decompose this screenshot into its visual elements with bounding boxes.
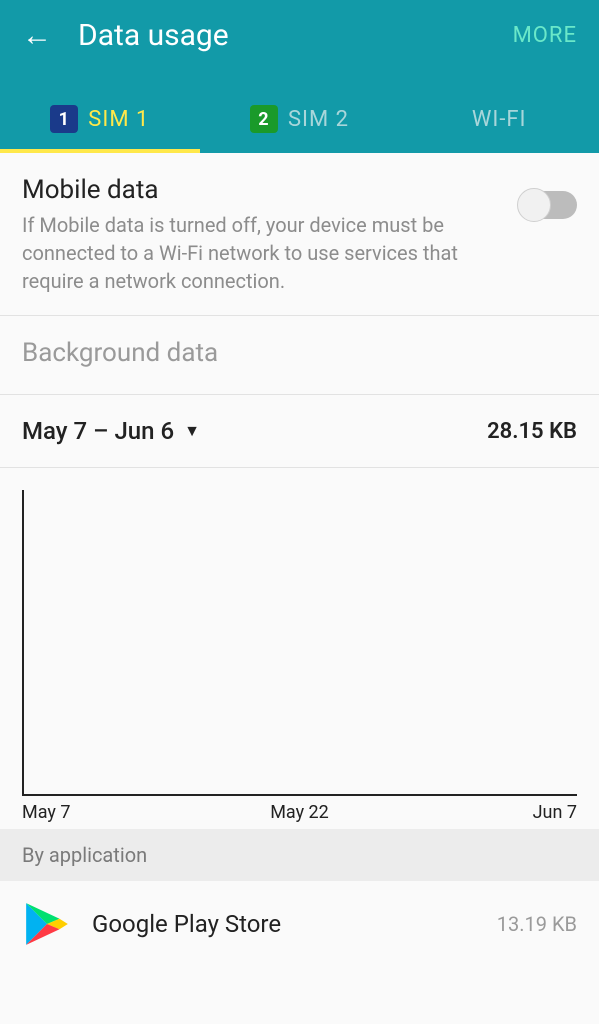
chart-x-label-end: Jun 7 [392, 802, 577, 823]
app-usage: 13.19 KB [497, 912, 577, 936]
chart-x-label-mid: May 22 [207, 802, 392, 823]
background-data-row: Background data [0, 316, 599, 395]
tab-sim2-label: SIM 2 [288, 107, 349, 132]
mobile-data-toggle[interactable] [519, 191, 577, 219]
mobile-data-title: Mobile data [22, 175, 503, 205]
chart-box [22, 490, 577, 796]
tab-sim1[interactable]: 1 SIM 1 [0, 95, 200, 153]
sim1-badge-icon: 1 [50, 105, 78, 133]
period-total: 28.15 KB [487, 419, 577, 444]
usage-chart: May 7 May 22 Jun 7 [0, 468, 599, 829]
mobile-data-subtitle: If Mobile data is turned off, your devic… [22, 211, 503, 295]
period-selector[interactable]: May 7 – Jun 6 ▼ 28.15 KB [0, 395, 599, 468]
tab-wifi-label: WI-FI [472, 107, 527, 132]
play-store-icon [22, 899, 72, 949]
tab-sim1-label: SIM 1 [88, 107, 149, 132]
period-range-label: May 7 – Jun 6 [22, 417, 174, 445]
app-row-play-store[interactable]: Google Play Store 13.19 KB [0, 881, 599, 967]
back-icon[interactable]: ← [22, 21, 52, 51]
sim2-badge-icon: 2 [250, 105, 278, 133]
mobile-data-row[interactable]: Mobile data If Mobile data is turned off… [0, 153, 599, 316]
tab-wifi[interactable]: WI-FI [399, 95, 599, 153]
by-application-header: By application [0, 829, 599, 881]
app-name: Google Play Store [92, 910, 477, 938]
tab-bar: 1 SIM 1 2 SIM 2 WI-FI [0, 65, 599, 153]
chevron-down-icon: ▼ [184, 421, 200, 441]
background-data-title: Background data [22, 338, 577, 368]
page-title: Data usage [78, 18, 513, 53]
more-button[interactable]: MORE [513, 23, 577, 48]
chart-x-label-start: May 7 [22, 802, 207, 823]
tab-sim2[interactable]: 2 SIM 2 [200, 95, 400, 153]
